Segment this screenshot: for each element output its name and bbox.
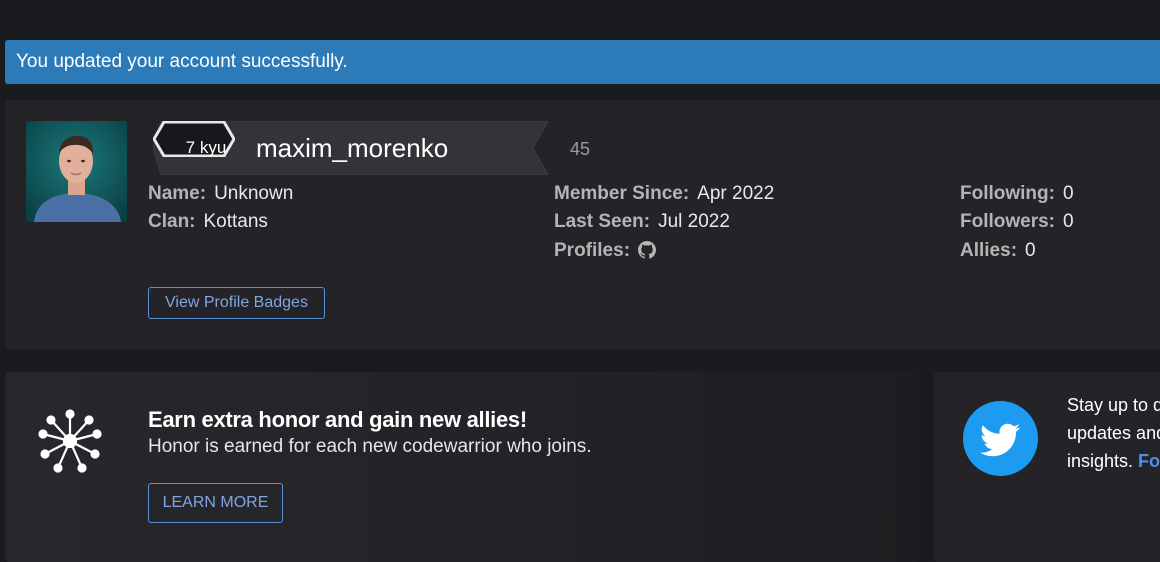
view-profile-badges-button[interactable]: View Profile Badges	[148, 287, 325, 319]
profiles-label: Profiles:	[554, 240, 631, 261]
member-since-label: Member Since:	[554, 183, 690, 204]
twitter-card: Stay up to d updates and insights. Fo	[934, 372, 1160, 562]
twitter-badge[interactable]	[963, 401, 1038, 476]
learn-more-button[interactable]: LEARN MORE	[148, 483, 283, 523]
following-label: Following:	[960, 183, 1055, 204]
twitter-line-2: updates and	[1067, 423, 1160, 443]
followers-label: Followers:	[960, 211, 1056, 232]
twitter-line-3: insights. Fo	[1067, 447, 1160, 475]
twitter-line-3-text: insights.	[1067, 451, 1139, 471]
allies-value: 0	[1025, 240, 1036, 261]
rank-banner: 7 kyu maxim_morenko	[153, 121, 548, 175]
followers-value: 0	[1063, 211, 1074, 232]
twitter-bird-icon	[980, 423, 1021, 457]
allies-row[interactable]: Allies: 0	[960, 239, 1036, 263]
last-seen-row: Last Seen: Jul 2022	[554, 210, 730, 234]
invite-subtitle: Honor is earned for each new codewarrior…	[148, 436, 592, 457]
invite-card: Earn extra honor and gain new allies! Ho…	[5, 372, 918, 562]
invite-title: Earn extra honor and gain new allies!	[148, 407, 527, 432]
honor-score: 45	[570, 139, 591, 159]
name-label: Name:	[148, 183, 207, 204]
member-since-value: Apr 2022	[697, 183, 775, 204]
avatar-image	[26, 121, 127, 222]
rank-label: 7 kyu	[185, 138, 227, 157]
name-row: Name: Unknown	[148, 182, 293, 206]
last-seen-value: Jul 2022	[658, 211, 730, 232]
clan-label: Clan:	[148, 211, 196, 232]
allies-label: Allies:	[960, 240, 1018, 261]
clan-value: Kottans	[203, 211, 268, 232]
username: maxim_morenko	[256, 133, 449, 163]
avatar[interactable]	[26, 121, 127, 222]
twitter-cta-text: Stay up to d updates and insights. Fo	[1067, 391, 1160, 475]
last-seen-label: Last Seen:	[554, 211, 651, 232]
clan-row: Clan: Kottans	[148, 210, 268, 234]
profiles-row: Profiles:	[554, 239, 657, 263]
network-hub-icon	[38, 409, 102, 473]
name-value: Unknown	[214, 183, 294, 204]
following-row[interactable]: Following: 0	[960, 182, 1074, 206]
github-icon[interactable]	[638, 241, 657, 259]
member-since-row: Member Since: Apr 2022	[554, 182, 774, 206]
following-value: 0	[1062, 183, 1074, 204]
flash-success-banner: You updated your account successfully.	[5, 40, 1160, 84]
twitter-line-1: Stay up to d	[1067, 395, 1160, 415]
followers-row[interactable]: Followers: 0	[960, 210, 1074, 234]
twitter-follow-link[interactable]: Fo	[1138, 451, 1160, 471]
profile-card: 7 kyu maxim_morenko 45 Name: Unknown Clan…	[5, 100, 1160, 349]
